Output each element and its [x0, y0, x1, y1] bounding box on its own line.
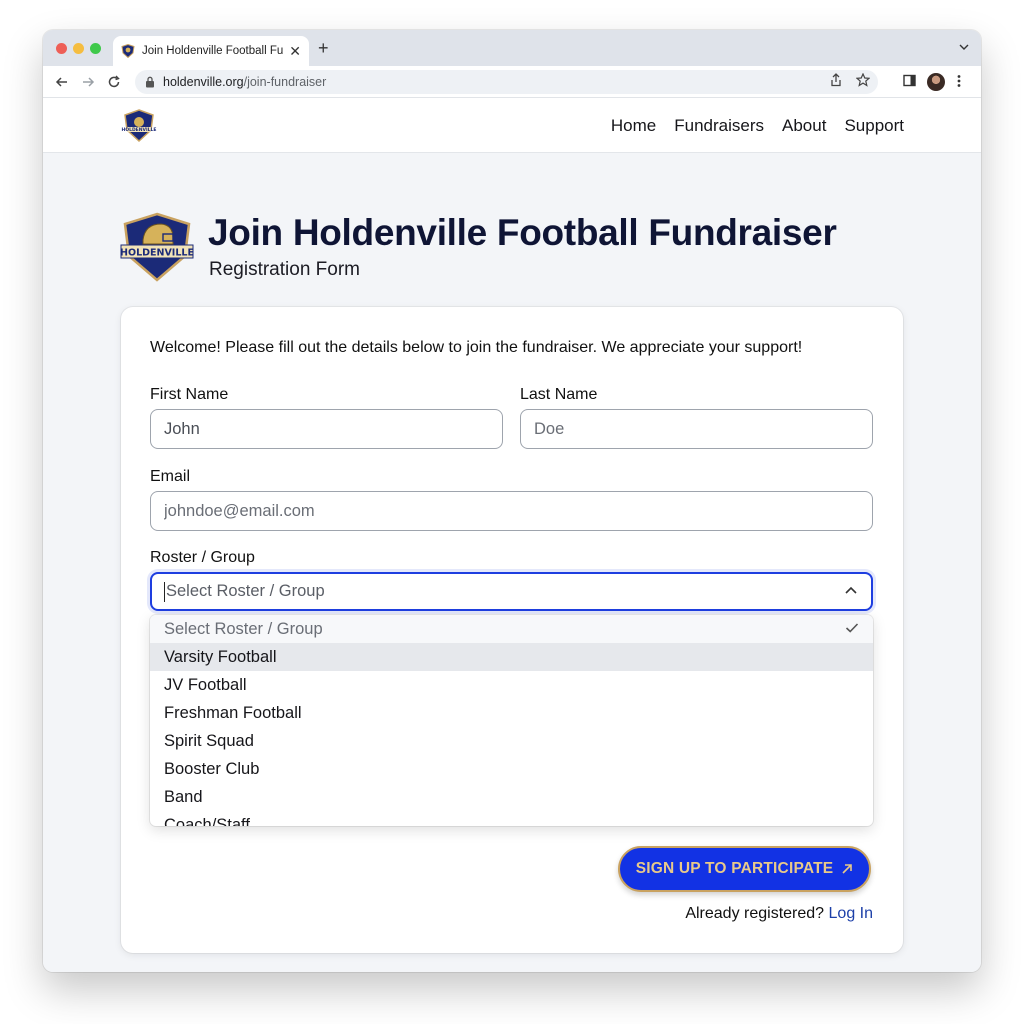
last-name-field[interactable] — [520, 409, 873, 449]
roster-select-value: Select Roster / Group — [166, 582, 325, 600]
roster-select[interactable]: Select Roster / Group — [150, 572, 873, 611]
browser-toolbar: holdenville.org/join-fundraiser — [43, 66, 981, 98]
page-content: HOLDENVILLE Home Fundraisers About Suppo… — [43, 98, 981, 972]
site-logo-icon[interactable]: HOLDENVILLE — [121, 108, 157, 144]
nav-fundraisers[interactable]: Fundraisers — [674, 116, 764, 136]
chevron-up-icon[interactable] — [845, 586, 857, 594]
url-domain: holdenville.org — [163, 75, 244, 89]
browser-tab[interactable]: Join Holdenville Football Fund ✕ — [113, 36, 309, 66]
reload-icon[interactable] — [106, 74, 122, 90]
log-in-link[interactable]: Log In — [829, 905, 873, 922]
site-info-icon[interactable] — [145, 76, 155, 88]
site-navbar: HOLDENVILLE Home Fundraisers About Suppo… — [43, 98, 981, 153]
forward-arrow-icon[interactable] — [80, 74, 96, 90]
close-tab-icon[interactable]: ✕ — [289, 43, 301, 60]
nav-about[interactable]: About — [782, 116, 826, 136]
sign-up-button[interactable]: SIGN UP TO PARTICIPATE — [618, 846, 871, 892]
sign-up-label: SIGN UP TO PARTICIPATE — [635, 860, 834, 877]
close-window-button[interactable] — [56, 43, 67, 54]
url-path: /join-fundraiser — [243, 75, 327, 89]
chevron-down-icon[interactable] — [959, 43, 969, 51]
maximize-window-button[interactable] — [90, 43, 101, 54]
holdenville-crest-icon: HOLDENVILLE — [120, 212, 194, 282]
shield-favicon-icon — [121, 44, 135, 58]
nav-home[interactable]: Home — [611, 116, 656, 136]
page-title: Join Holdenville Football Fundraiser — [208, 212, 837, 253]
back-arrow-icon[interactable] — [54, 74, 70, 90]
roster-option-jv[interactable]: JV Football — [150, 671, 873, 699]
roster-option-band[interactable]: Band — [150, 783, 873, 811]
share-icon[interactable] — [830, 73, 842, 90]
site-nav-links: Home Fundraisers About Support — [611, 116, 904, 136]
tab-title: Join Holdenville Football Fund — [142, 45, 284, 57]
roster-label: Roster / Group — [150, 549, 255, 566]
roster-option-coach-staff[interactable]: Coach/Staff — [150, 811, 873, 826]
address-bar[interactable]: holdenville.org/join-fundraiser — [135, 70, 878, 94]
new-tab-icon[interactable]: + — [318, 39, 329, 57]
side-panel-icon[interactable] — [903, 74, 916, 87]
tab-strip: Join Holdenville Football Fund ✕ + — [43, 30, 981, 66]
email-field[interactable] — [150, 491, 873, 531]
registration-card: Welcome! Please fill out the details bel… — [121, 307, 903, 953]
profile-avatar[interactable] — [927, 73, 945, 91]
roster-option-varsity[interactable]: Varsity Football — [150, 643, 873, 671]
roster-option-booster-club[interactable]: Booster Club — [150, 755, 873, 783]
first-name-field[interactable] — [150, 409, 503, 449]
roster-option-freshman[interactable]: Freshman Football — [150, 699, 873, 727]
minimize-window-button[interactable] — [73, 43, 84, 54]
bookmark-star-icon[interactable] — [855, 72, 871, 90]
crest-text: HOLDENVILLE — [120, 248, 194, 259]
site-logo-text: HOLDENVILLE — [121, 127, 156, 133]
roster-option-placeholder[interactable]: Select Roster / Group — [150, 615, 873, 643]
last-name-label: Last Name — [520, 386, 598, 403]
page-subtitle: Registration Form — [209, 259, 360, 280]
roster-dropdown-list: Select Roster / Group Varsity Football J… — [150, 615, 873, 826]
text-cursor — [164, 581, 165, 602]
first-name-label: First Name — [150, 386, 229, 403]
welcome-text: Welcome! Please fill out the details bel… — [150, 339, 803, 356]
arrow-up-right-icon — [842, 864, 853, 874]
browser-window: Join Holdenville Football Fund ✕ + holde… — [43, 30, 981, 972]
more-menu-icon[interactable] — [957, 74, 961, 88]
roster-option-spirit-squad[interactable]: Spirit Squad — [150, 727, 873, 755]
email-label: Email — [150, 468, 191, 485]
checkmark-icon — [845, 623, 859, 633]
nav-support[interactable]: Support — [844, 116, 904, 136]
already-registered-text: Already registered? Log In — [685, 905, 873, 922]
